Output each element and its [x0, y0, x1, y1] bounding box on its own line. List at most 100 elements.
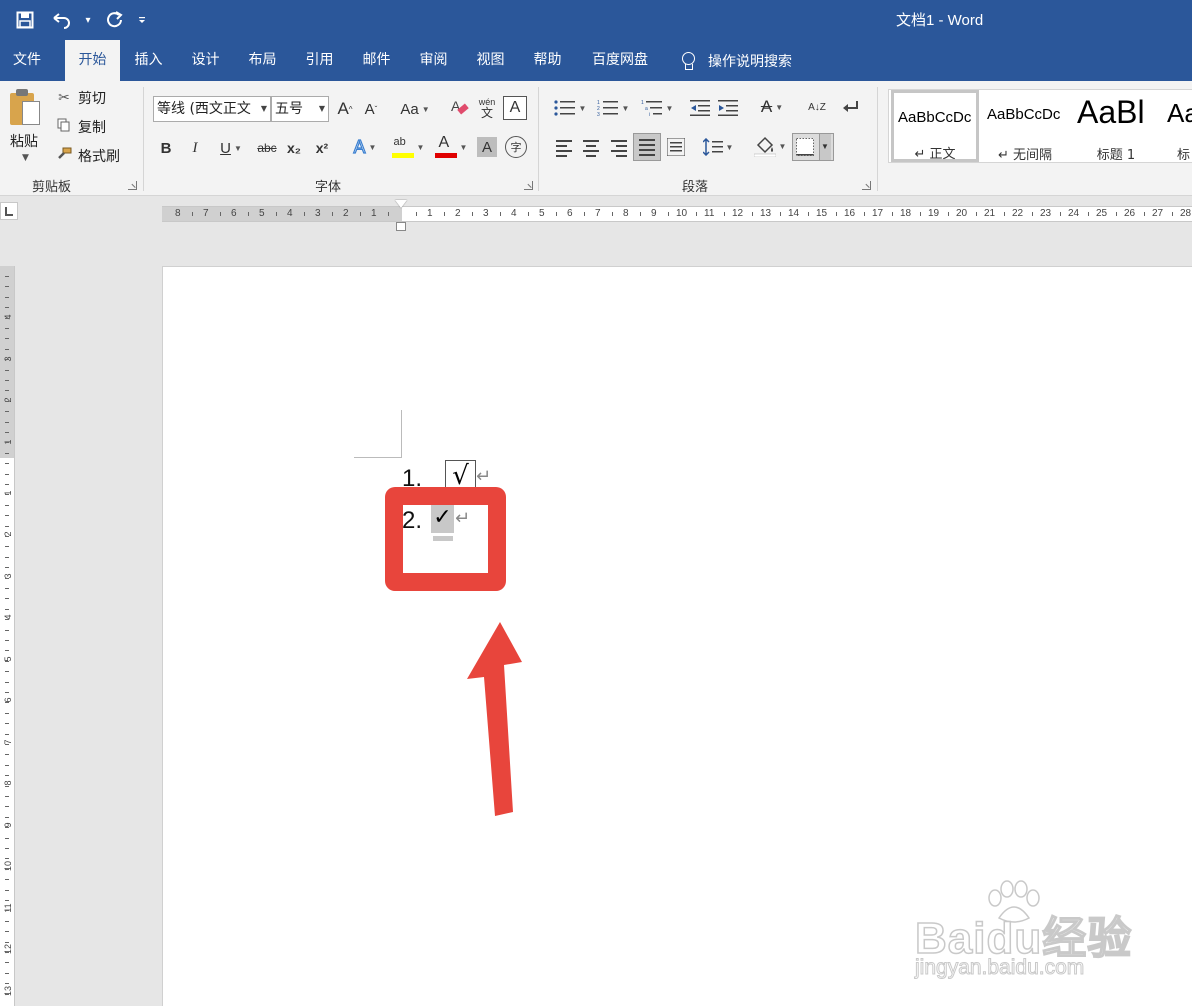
undo-dropdown-icon[interactable]: ▾: [80, 6, 96, 34]
enclose-characters-icon[interactable]: 字: [505, 136, 527, 158]
redo-icon[interactable]: [98, 6, 132, 34]
tab-selector-icon[interactable]: [0, 202, 18, 220]
ruler-tick-mark: [976, 212, 977, 216]
phonetic-guide-icon[interactable]: wén 文: [476, 93, 498, 123]
numbering-button[interactable]: 1 2 3 ▼: [594, 97, 632, 119]
borders-button[interactable]: ▼: [792, 133, 834, 161]
ruler-tick-label: 16: [844, 208, 856, 219]
style-normal[interactable]: AaBbCcDc ↵ 正文: [891, 90, 979, 162]
distributed-icon[interactable]: [664, 135, 688, 159]
vertical-ruler[interactable]: 432112345678910111213: [0, 266, 15, 1006]
customize-qat-icon[interactable]: [134, 6, 150, 34]
subscript-button[interactable]: x₂: [284, 137, 304, 159]
ruler-tick-label: 4: [511, 208, 517, 219]
tab-help[interactable]: 帮助: [519, 40, 576, 81]
ruler-tick-mark: [5, 868, 9, 870]
ruler-tick-mark: [5, 972, 9, 974]
save-icon[interactable]: [8, 6, 42, 34]
ruler-tick-label: 10: [676, 208, 688, 219]
ruler-tick-mark: [864, 212, 865, 216]
ruler-tick-label: 3: [483, 208, 489, 219]
quick-access-toolbar: ▾: [8, 6, 150, 34]
align-center-icon[interactable]: [580, 137, 602, 159]
ruler-tick-mark: [5, 442, 9, 444]
tab-baidu-netdisk[interactable]: 百度网盘: [580, 40, 660, 81]
ruler-tick-mark: [5, 962, 9, 964]
align-left-icon[interactable]: [553, 137, 575, 159]
tab-view[interactable]: 视图: [462, 40, 519, 81]
ruler-tick-mark: [5, 411, 9, 413]
decrease-indent-icon[interactable]: [688, 97, 712, 119]
font-name-select[interactable]: 等线 (西文正文 ▼: [153, 96, 271, 122]
format-painter-button[interactable]: 格式刷: [56, 146, 120, 166]
indent-marker[interactable]: [395, 200, 407, 234]
tab-layout[interactable]: 布局: [234, 40, 291, 81]
clear-formatting-icon[interactable]: A: [449, 95, 471, 121]
style-heading-1[interactable]: AaBl 标题 1: [1071, 90, 1161, 162]
sort-button[interactable]: A↓Z: [806, 95, 828, 121]
italic-button[interactable]: I: [186, 137, 204, 159]
tab-design[interactable]: 设计: [177, 40, 234, 81]
character-shading-icon[interactable]: A: [477, 137, 497, 157]
ruler-tick-label: 7: [203, 208, 209, 219]
increase-indent-icon[interactable]: [716, 97, 740, 119]
style-no-spacing[interactable]: AaBbCcDc ↵ 无间隔: [981, 90, 1069, 162]
bold-button[interactable]: B: [157, 137, 175, 159]
ruler-tick-mark: [388, 212, 389, 216]
paragraph-launcher-icon[interactable]: [862, 181, 871, 190]
paste-dropdown-icon[interactable]: ▼: [22, 153, 29, 163]
ruler-tick-mark: [5, 900, 9, 901]
highlight-color-button[interactable]: ab ▼: [388, 135, 428, 159]
ruler-tick-mark: [5, 806, 9, 808]
svg-text:1: 1: [641, 100, 644, 106]
ruler-tick-mark: [248, 212, 249, 216]
tab-file[interactable]: 文件: [0, 40, 54, 81]
ruler-tick-label: 4: [287, 208, 293, 219]
horizontal-ruler[interactable]: 8 7 6 5 4 3 2 1 1 2 3 4 5 6 7 8 9 10 11 12 13 14 15 16 17 18 19 20 2…: [162, 206, 1192, 222]
undo-icon[interactable]: [44, 6, 78, 34]
underline-button[interactable]: U ▼: [213, 137, 249, 159]
font-size-select[interactable]: 五号 ▼: [271, 96, 329, 122]
tab-insert[interactable]: 插入: [120, 40, 177, 81]
shrink-font-icon[interactable]: Aˇ: [362, 97, 380, 121]
line-spacing-button[interactable]: ▼: [700, 135, 736, 159]
ruler-tick-mark: [5, 650, 9, 652]
text-effects-button[interactable]: A ▼: [347, 135, 383, 159]
strikethrough-button[interactable]: abc: [255, 137, 279, 159]
ruler-tick-mark: [5, 702, 9, 704]
bullets-button[interactable]: ▼: [552, 97, 588, 119]
ruler-tick-mark: [5, 317, 9, 319]
grow-font-icon[interactable]: A ^: [336, 97, 354, 121]
cut-button[interactable]: ✂ 剪切: [56, 88, 106, 108]
show-paragraph-marks-icon[interactable]: [840, 95, 862, 119]
tab-references[interactable]: 引用: [291, 40, 348, 81]
clipboard-launcher-icon[interactable]: [128, 181, 137, 190]
superscript-button[interactable]: x²: [312, 137, 332, 159]
ruler-tick-mark: [1060, 212, 1061, 216]
ruler-tick-label: 13: [760, 208, 772, 219]
align-right-icon[interactable]: [608, 137, 630, 159]
justify-icon[interactable]: [633, 133, 661, 161]
ruler-tick-mark: [5, 733, 9, 735]
styles-gallery: AaBbCcDc ↵ 正文 AaBbCcDc ↵ 无间隔 AaBl 标题 1 A…: [888, 89, 1192, 163]
font-launcher-icon[interactable]: [524, 181, 533, 190]
shading-button[interactable]: ▼: [750, 133, 790, 159]
multilevel-list-button[interactable]: 1 a i ▼: [639, 97, 675, 119]
ruler-tick-mark: [5, 504, 9, 506]
change-case-icon[interactable]: Aa ▼: [398, 97, 432, 121]
tell-me-search[interactable]: 操作说明搜索: [680, 40, 792, 81]
tab-review[interactable]: 审阅: [405, 40, 462, 81]
ruler-tick-mark: [5, 515, 9, 517]
font-color-button[interactable]: A ▼: [432, 134, 470, 159]
tab-home[interactable]: 开始: [65, 40, 120, 81]
style-heading-2[interactable]: Aa 标: [1161, 90, 1192, 162]
ruler-tick-label: 12: [3, 944, 13, 955]
paste-icon[interactable]: [10, 89, 40, 127]
copy-button[interactable]: 复制: [56, 117, 106, 137]
tell-me-label: 操作说明搜索: [708, 53, 792, 70]
character-border-icon[interactable]: A: [503, 96, 527, 120]
tab-mailings[interactable]: 邮件: [348, 40, 405, 81]
paste-button[interactable]: 粘贴: [10, 131, 38, 151]
ruler-tick-mark: [5, 941, 9, 943]
asian-layout-button[interactable]: A ▼: [754, 95, 790, 119]
